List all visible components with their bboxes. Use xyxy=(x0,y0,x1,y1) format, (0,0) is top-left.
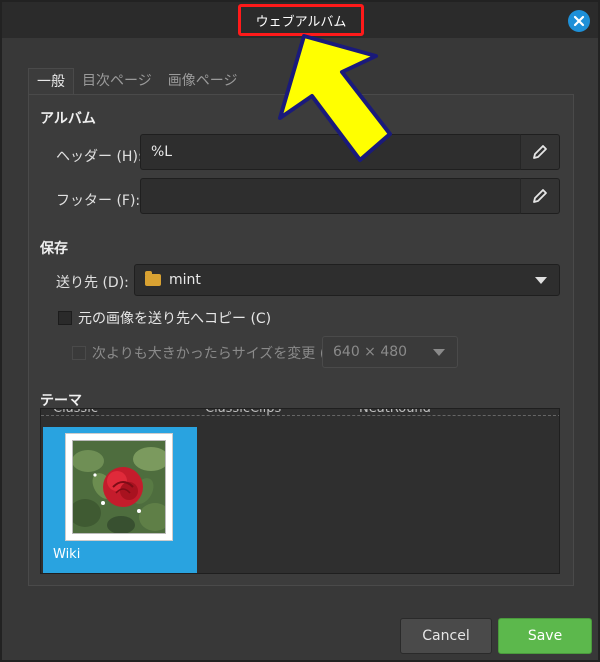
tab-image-page[interactable]: 画像ページ xyxy=(160,68,246,94)
footer-label: フッター (F): xyxy=(56,193,141,209)
close-button[interactable] xyxy=(568,10,590,32)
album-heading: アルバム xyxy=(40,111,96,127)
theme-separator xyxy=(41,415,559,416)
chevron-down-icon xyxy=(433,349,445,356)
checkbox-box[interactable] xyxy=(58,311,72,325)
destination-combo[interactable]: mint xyxy=(134,264,560,296)
save-heading: 保存 xyxy=(40,241,68,257)
footer-input[interactable] xyxy=(140,178,522,214)
header-label: ヘッダー (H): xyxy=(56,149,143,165)
web-album-dialog: ウェブアルバム 一般 目次ページ 画像ページ アルバム ヘッダー (H): %L… xyxy=(0,0,600,662)
cancel-button[interactable]: Cancel xyxy=(400,618,492,654)
resize-size-value: 640 × 480 xyxy=(333,344,408,360)
tab-index-page[interactable]: 目次ページ xyxy=(74,68,160,94)
save-button[interactable]: Save xyxy=(498,618,592,654)
copy-originals-checkbox[interactable]: 元の画像を送り先へコピー (C) xyxy=(58,308,271,328)
tab-general[interactable]: 一般 xyxy=(28,68,74,94)
copy-originals-label: 元の画像を送り先へコピー (C) xyxy=(78,311,272,327)
pencil-icon xyxy=(533,145,547,159)
resize-label: 次よりも大きかったらサイズを変更 (R): xyxy=(92,346,346,362)
resize-size-combo[interactable]: 640 × 480 xyxy=(322,336,458,368)
theme-item-label: Wiki xyxy=(53,547,81,562)
checkbox-box[interactable] xyxy=(72,346,86,360)
theme-thumbnail xyxy=(65,433,173,541)
header-edit-button[interactable] xyxy=(520,134,560,170)
rose-image xyxy=(72,440,166,534)
tab-bar: 一般 目次ページ 画像ページ xyxy=(28,68,245,94)
close-icon xyxy=(573,15,585,27)
theme-item-wiki[interactable]: Wiki xyxy=(43,427,197,573)
footer-edit-button[interactable] xyxy=(520,178,560,214)
theme-heading: テーマ xyxy=(40,393,82,409)
destination-label: 送り先 (D): xyxy=(56,275,129,291)
theme-list[interactable]: Classic ClassicClips NeatRound Wiki xyxy=(40,408,560,574)
pencil-icon xyxy=(533,189,547,203)
destination-value: mint xyxy=(169,272,201,288)
chevron-down-icon xyxy=(535,277,547,284)
annotation-arrow-icon xyxy=(278,34,392,162)
folder-icon xyxy=(145,271,161,286)
resize-checkbox[interactable]: 次よりも大きかったらサイズを変更 (R): xyxy=(72,343,345,363)
